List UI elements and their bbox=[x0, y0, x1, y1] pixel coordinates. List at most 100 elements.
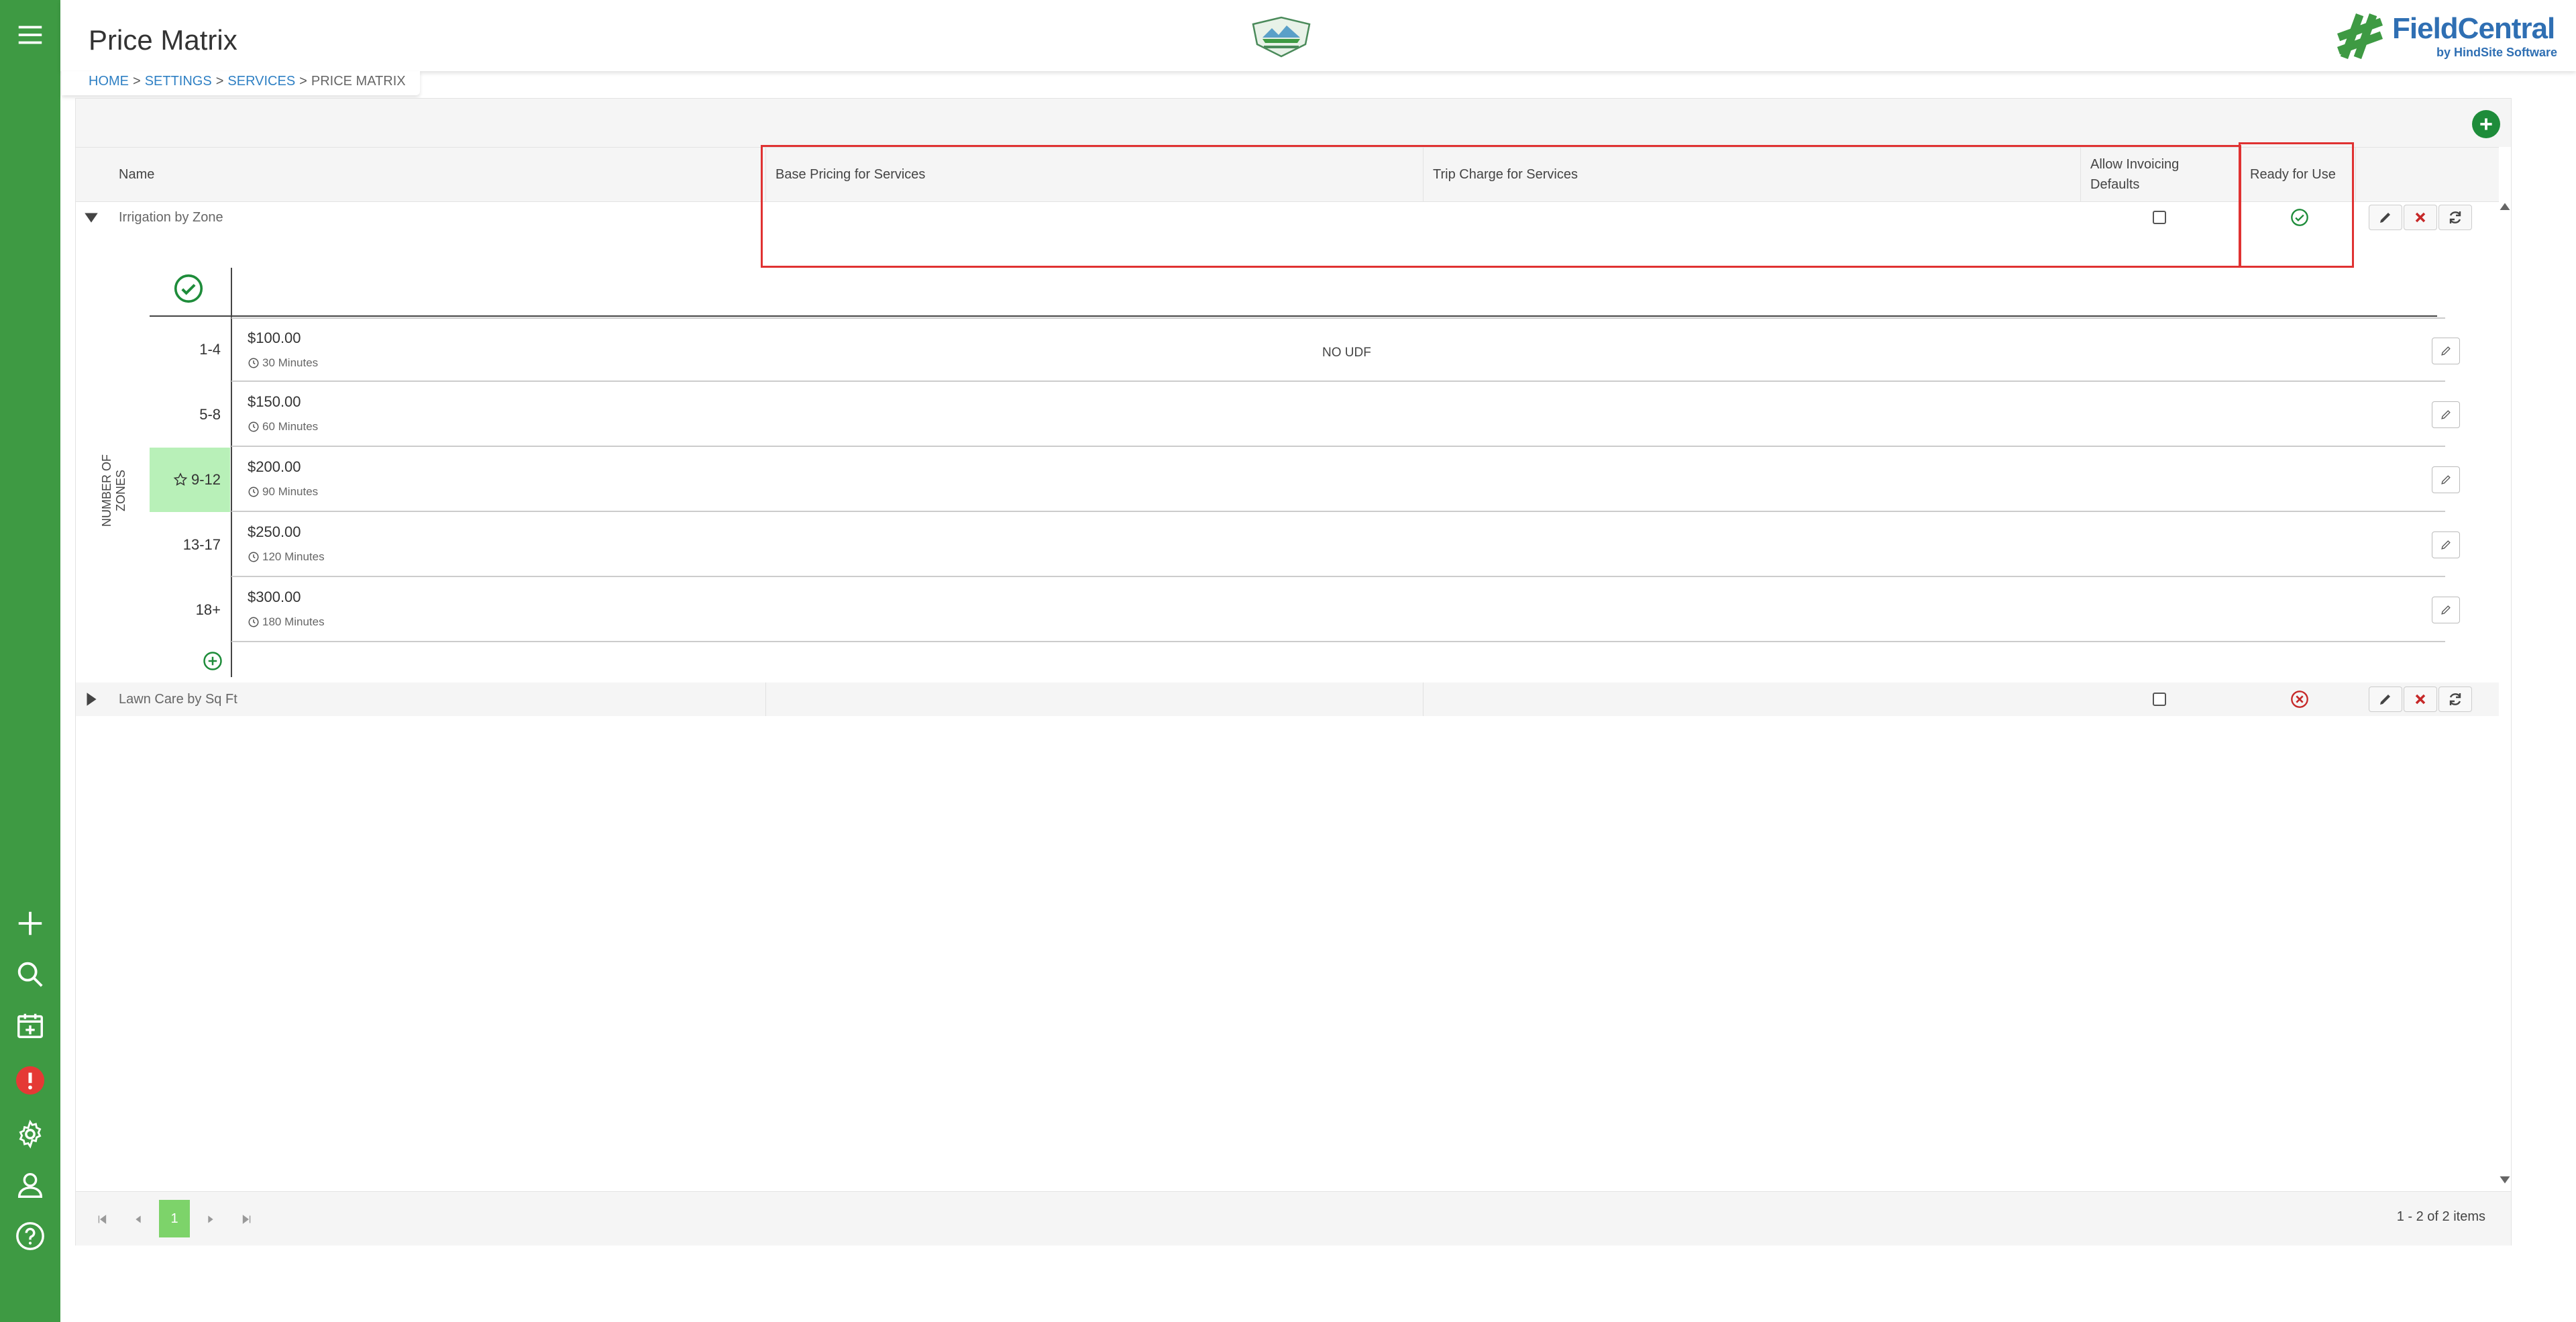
zone-range-label[interactable]: 1-4 bbox=[150, 317, 230, 382]
clock-icon bbox=[248, 552, 259, 562]
help-icon[interactable] bbox=[10, 1216, 50, 1256]
brand-subtitle: by HindSite Software bbox=[2436, 46, 2558, 59]
gear-icon[interactable] bbox=[10, 1114, 50, 1154]
duration: 180 Minutes bbox=[248, 615, 325, 629]
scroll-down-arrow-icon[interactable] bbox=[2499, 1175, 2511, 1186]
zone-range-label[interactable]: 13-17 bbox=[150, 513, 230, 577]
next-page-icon[interactable] bbox=[203, 1212, 218, 1227]
edit-price-button[interactable] bbox=[2432, 531, 2460, 558]
column-header-ready-for-use[interactable]: Ready for Use bbox=[2240, 148, 2355, 201]
scroll-up-arrow-icon[interactable] bbox=[2499, 201, 2511, 211]
brand-name: FieldCentral bbox=[2392, 12, 2555, 45]
price-value: $150.00 bbox=[248, 393, 301, 410]
table-row[interactable]: Lawn Care by Sq Ft bbox=[76, 682, 2499, 716]
duration: 120 Minutes bbox=[248, 550, 325, 564]
matrix-cell[interactable]: $150.00 60 Minutes bbox=[231, 383, 2460, 447]
edit-price-button[interactable] bbox=[2432, 338, 2460, 364]
price-value: $300.00 bbox=[248, 589, 301, 605]
refresh-button[interactable] bbox=[2438, 687, 2472, 712]
base-pricing-cell bbox=[765, 682, 1423, 716]
delete-button[interactable] bbox=[2404, 205, 2437, 230]
add-price-matrix-button[interactable] bbox=[2472, 110, 2500, 138]
calendar-add-icon[interactable] bbox=[10, 1005, 50, 1046]
edit-button[interactable] bbox=[2369, 205, 2402, 230]
edit-button[interactable] bbox=[2369, 687, 2402, 712]
matrix-cell[interactable]: $250.00 120 Minutes bbox=[231, 513, 2460, 577]
matrix-cell[interactable]: $100.00 30 Minutes bbox=[231, 317, 2460, 382]
duration: 90 Minutes bbox=[248, 485, 318, 499]
first-page-icon[interactable] bbox=[95, 1212, 109, 1227]
expand-arrow-icon[interactable] bbox=[83, 691, 100, 708]
clock-icon bbox=[248, 487, 259, 497]
menu-icon[interactable] bbox=[10, 15, 50, 55]
matrix-cell[interactable]: $200.00 90 Minutes bbox=[231, 448, 2460, 512]
left-sidebar bbox=[0, 0, 60, 1322]
duration-text: 30 Minutes bbox=[262, 356, 319, 369]
breadcrumb-separator: > bbox=[133, 74, 141, 89]
table-row[interactable]: Irrigation by Zone bbox=[76, 201, 2499, 234]
breadcrumb-settings[interactable]: SETTINGS bbox=[145, 74, 212, 89]
breadcrumb-current: PRICE MATRIX bbox=[311, 74, 406, 89]
edit-price-button[interactable] bbox=[2432, 401, 2460, 428]
breadcrumb-home[interactable]: HOME bbox=[89, 74, 129, 89]
fieldcentral-logo: FieldCentral by HindSite Software bbox=[2334, 11, 2576, 62]
allow-invoicing-checkbox[interactable] bbox=[2146, 682, 2173, 716]
pencil-icon bbox=[2441, 540, 2451, 550]
clock-icon bbox=[248, 358, 259, 368]
alert-icon[interactable] bbox=[10, 1060, 50, 1101]
row-name: Lawn Care by Sq Ft bbox=[119, 691, 237, 707]
add-icon[interactable] bbox=[10, 903, 50, 944]
breadcrumb-separator: > bbox=[215, 74, 224, 89]
refresh-icon bbox=[2449, 693, 2461, 705]
zone-range-label-default[interactable]: 9-12 bbox=[150, 448, 230, 512]
price-value: $250.00 bbox=[248, 523, 301, 540]
pager-info: 1 - 2 of 2 items bbox=[2396, 1209, 2485, 1224]
pencil-icon bbox=[2441, 475, 2451, 485]
user-icon[interactable] bbox=[10, 1165, 50, 1205]
matrix-row: 13-17 $250.00 120 Minutes bbox=[150, 513, 2460, 577]
matrix-check-icon[interactable] bbox=[174, 274, 203, 303]
pencil-icon bbox=[2441, 346, 2451, 356]
add-zone-row-icon[interactable] bbox=[203, 651, 223, 671]
star-icon bbox=[173, 472, 188, 486]
duration-text: 60 Minutes bbox=[262, 420, 319, 433]
matrix-cell[interactable]: $300.00 180 Minutes bbox=[231, 578, 2460, 642]
price-matrix-panel: Name Base Pricing for Services Trip Char… bbox=[75, 98, 2512, 1245]
edit-price-button[interactable] bbox=[2432, 597, 2460, 623]
close-icon bbox=[2415, 212, 2426, 223]
duration: 30 Minutes bbox=[248, 356, 318, 370]
page-number-button[interactable]: 1 bbox=[159, 1200, 190, 1237]
refresh-button[interactable] bbox=[2438, 205, 2472, 230]
column-header-trip-charge[interactable]: Trip Charge for Services bbox=[1423, 148, 2080, 201]
grid-toolbar bbox=[76, 99, 2511, 147]
zone-range-label[interactable]: 5-8 bbox=[150, 383, 230, 447]
pencil-icon bbox=[2380, 695, 2390, 705]
breadcrumb-separator: > bbox=[299, 74, 307, 89]
edit-price-button[interactable] bbox=[2432, 466, 2460, 493]
allow-invoicing-checkbox[interactable] bbox=[2146, 201, 2173, 234]
price-value: $200.00 bbox=[248, 458, 301, 475]
row-name: Irrigation by Zone bbox=[119, 209, 223, 225]
matrix-row: 9-12 $200.00 90 Minutes bbox=[150, 448, 2460, 512]
clock-icon bbox=[248, 421, 259, 432]
duration: 60 Minutes bbox=[248, 420, 318, 434]
zone-range-label[interactable]: 18+ bbox=[150, 578, 230, 642]
last-page-icon[interactable] bbox=[239, 1212, 254, 1227]
matrix-row: 1-4 $100.00 30 Minutes bbox=[150, 317, 2460, 382]
breadcrumb-services[interactable]: SERVICES bbox=[227, 74, 295, 89]
delete-button[interactable] bbox=[2404, 687, 2437, 712]
column-header-allow-invoicing[interactable]: Allow Invoicing Defaults bbox=[2080, 148, 2240, 201]
refresh-icon bbox=[2449, 211, 2461, 223]
pager: 1 1 - 2 of 2 items bbox=[76, 1191, 2511, 1245]
pencil-icon bbox=[2441, 605, 2451, 615]
column-header-name[interactable]: Name bbox=[109, 148, 798, 201]
previous-page-icon[interactable] bbox=[131, 1212, 146, 1227]
collapse-arrow-icon[interactable] bbox=[83, 209, 100, 226]
zone-range-text: 9-12 bbox=[191, 471, 221, 488]
duration-text: 90 Minutes bbox=[262, 485, 319, 498]
grid-header: Name Base Pricing for Services Trip Char… bbox=[76, 147, 2499, 202]
search-icon[interactable] bbox=[10, 954, 50, 995]
column-header-base-pricing[interactable]: Base Pricing for Services bbox=[765, 148, 1423, 201]
matrix-axis-line bbox=[150, 315, 2437, 317]
number-of-zones-axis-label: NUMBER OF ZONES bbox=[100, 454, 127, 527]
